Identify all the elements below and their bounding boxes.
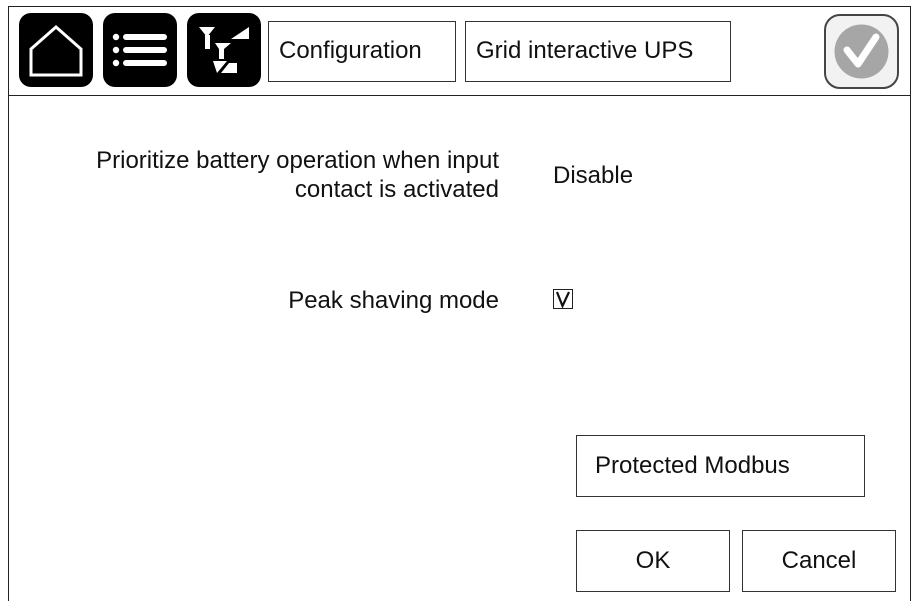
status-button[interactable] bbox=[824, 14, 899, 89]
checkmark-icon bbox=[555, 291, 570, 309]
menu-button[interactable] bbox=[103, 13, 177, 87]
peak-shaving-checkbox[interactable] bbox=[553, 289, 573, 309]
header-divider bbox=[8, 95, 911, 96]
home-button[interactable] bbox=[19, 13, 93, 87]
breadcrumb-configuration[interactable]: Configuration bbox=[268, 21, 456, 82]
list-menu-icon bbox=[112, 33, 167, 67]
peak-shaving-label: Peak shaving mode bbox=[288, 287, 499, 314]
prioritize-battery-label-line1: Prioritize battery operation when input bbox=[96, 147, 499, 174]
breadcrumb-configuration-label: Configuration bbox=[279, 37, 422, 64]
breadcrumb-grid-interactive-ups[interactable]: Grid interactive UPS bbox=[465, 21, 731, 82]
status-ok-check-icon bbox=[834, 24, 889, 79]
prioritize-battery-value[interactable]: Disable bbox=[553, 161, 633, 190]
breadcrumb-grid-interactive-ups-label: Grid interactive UPS bbox=[476, 37, 694, 64]
home-icon bbox=[29, 25, 83, 77]
prioritize-battery-label: Prioritize battery operation when input … bbox=[96, 146, 499, 204]
ok-button[interactable]: OK bbox=[576, 530, 730, 592]
protected-modbus-button[interactable]: Protected Modbus bbox=[576, 435, 865, 497]
prioritize-battery-label-line2: contact is activated bbox=[294, 176, 499, 203]
transfer-icon bbox=[199, 27, 249, 73]
cancel-button[interactable]: Cancel bbox=[742, 530, 896, 592]
transfer-button[interactable] bbox=[187, 13, 261, 87]
